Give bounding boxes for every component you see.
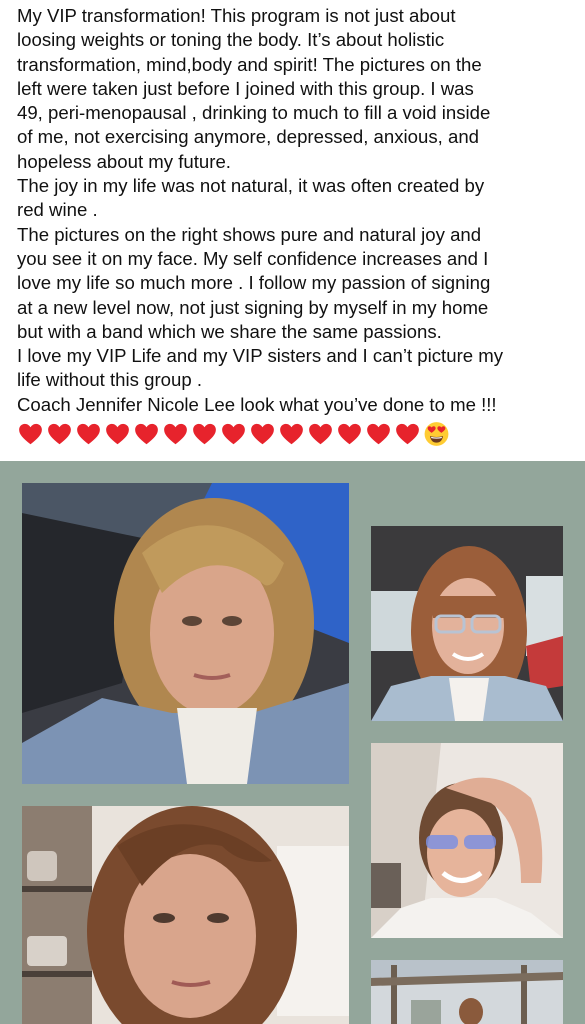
red-heart-icon: [106, 423, 129, 445]
red-heart-icon: [367, 423, 390, 445]
red-heart-icon: [280, 423, 303, 445]
post-line: My VIP transformation! This program is n…: [17, 5, 456, 26]
photo-after-outdoors[interactable]: [371, 960, 563, 1024]
photo-after-car-glasses[interactable]: [371, 526, 563, 721]
post-line: loosing weights or toning the body. It’s…: [17, 29, 445, 51]
photo-before-car[interactable]: [22, 483, 349, 784]
post-line: 49, peri-menopausal , drinking to much t…: [17, 102, 491, 124]
post-line: transformation, mind,body and spirit! Th…: [17, 53, 482, 75]
red-heart-icon: [19, 423, 42, 445]
emoji-row: [17, 421, 450, 447]
post-text: My VIP transformation! This program is n…: [17, 4, 573, 417]
red-heart-icon: [338, 423, 361, 445]
red-heart-icon: [193, 423, 216, 445]
post-line: The pictures on the right shows pure and…: [17, 223, 482, 245]
post-line: left were taken just before I joined wit…: [17, 77, 474, 99]
red-heart-icon: [309, 423, 332, 445]
post-line: love my life so much more . I follow my …: [17, 272, 491, 294]
photo-before-kitchen[interactable]: [22, 806, 349, 1024]
post-line: but with a band which we share the same …: [17, 320, 442, 342]
heart-eyes-face-icon: [424, 422, 449, 446]
red-heart-icon: [222, 423, 245, 445]
post-line: The joy in my life was not natural, it w…: [17, 175, 485, 197]
post-line: of me, not exercising anymore, depressed…: [17, 126, 480, 148]
post-line: I love my VIP Life and my VIP sisters an…: [17, 345, 504, 367]
red-heart-icon: [396, 423, 419, 445]
photo-after-hand-on-head[interactable]: [371, 743, 563, 938]
red-heart-icon: [48, 423, 71, 445]
post-line: red wine .: [17, 199, 98, 221]
red-heart-icon: [164, 423, 187, 445]
post-line: at a new level now, not just signing by …: [17, 296, 489, 318]
photo-collage: [0, 461, 585, 1024]
post-line: you see it on my face. My self confidenc…: [17, 247, 489, 269]
post-line: hopeless about my future.: [17, 150, 231, 172]
facebook-post-screenshot: My VIP transformation! This program is n…: [0, 0, 585, 1024]
red-heart-icon: [77, 423, 100, 445]
red-heart-icon: [135, 423, 158, 445]
red-heart-icon: [251, 423, 274, 445]
post-line: Coach Jennifer Nicole Lee look what you’…: [17, 393, 497, 415]
post-line: life without this group .: [17, 369, 203, 391]
